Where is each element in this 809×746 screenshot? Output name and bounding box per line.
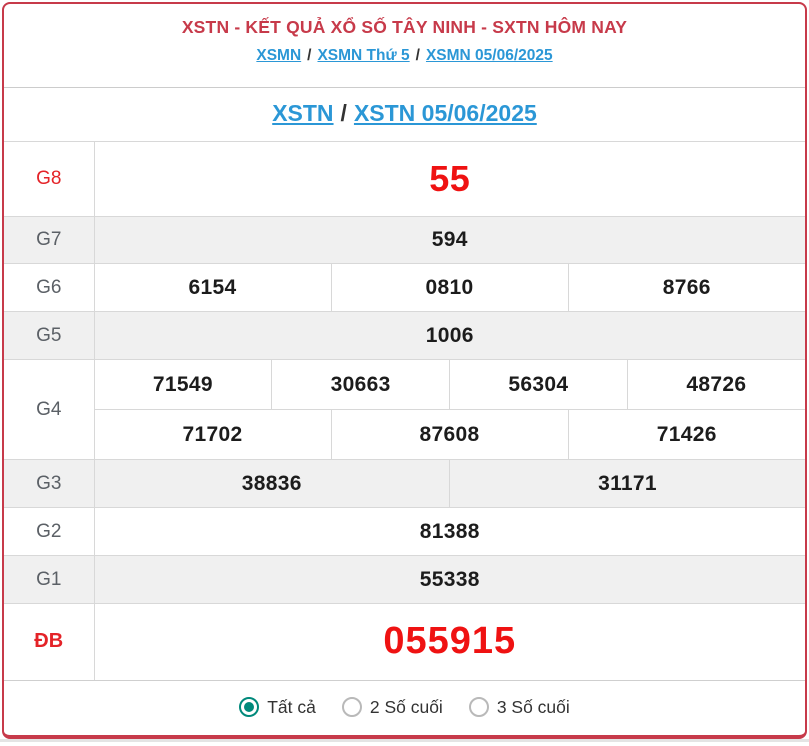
radio-label: 3 Số cuối	[496, 696, 570, 717]
filter-bar: Tất cả 2 Số cuối 3 Số cuối	[4, 679, 805, 734]
breadcrumb: XSMN / XSMN Thứ 5 / XSMN 05/06/2025	[4, 47, 805, 65]
prize-label-g2: G2	[4, 507, 94, 556]
breadcrumb-link-xsmn-date[interactable]: XSMN 05/06/2025	[426, 47, 553, 64]
prize-value-g4-7: 71426	[567, 409, 805, 460]
prize-value-g4-4: 48726	[626, 359, 805, 410]
prize-label-g7: G7	[4, 216, 94, 264]
radio-icon[interactable]	[468, 697, 489, 717]
prize-value-g4-2: 30663	[271, 359, 450, 410]
prize-value-g1: 55338	[93, 555, 805, 604]
table-row-g4-1: G4 71549 30663 56304 48726	[4, 359, 805, 460]
prize-label-g4: G4	[4, 359, 94, 460]
subtitle-link-xstn[interactable]: XSTN	[272, 100, 333, 126]
prize-value-db: 055915	[93, 603, 805, 680]
prize-label-db: ĐB	[4, 603, 94, 680]
table-row-g2: G2 81388	[4, 507, 805, 556]
subtitle-link-xstn-date[interactable]: XSTN 05/06/2025	[354, 100, 537, 126]
prize-value-g4-6: 87608	[330, 409, 568, 460]
radio-label: Tất cả	[267, 696, 316, 717]
radio-option-last-2-digits[interactable]: 2 Số cuối	[341, 696, 443, 718]
prize-value-g5: 1006	[93, 311, 805, 360]
table-row-g8: G8 55	[4, 141, 805, 217]
page-title: XSTN - KẾT QUẢ XỔ SỐ TÂY NINH - SXTN HÔM…	[181, 17, 628, 37]
prize-value-g8: 55	[93, 141, 805, 217]
table-row-g1: G1 55338	[4, 555, 805, 604]
breadcrumb-link-xsmn-thu5[interactable]: XSMN Thứ 5	[317, 47, 409, 64]
radio-icon[interactable]	[239, 697, 260, 717]
subtitle-separator: /	[340, 100, 347, 126]
breadcrumb-separator: /	[307, 47, 312, 64]
result-subtitle: XSTN / XSTN 05/06/2025	[4, 88, 805, 141]
prize-label-g6: G6	[4, 263, 94, 312]
table-row-g3: G3 38836 31171	[4, 459, 805, 508]
table-row-g4-2: 71702 87608 71426	[4, 409, 805, 460]
radio-option-all[interactable]: Tất cả	[239, 697, 316, 718]
prize-value-g4-1: 71549	[93, 359, 272, 410]
breadcrumb-link-xsmn[interactable]: XSMN	[256, 47, 301, 64]
table-row-g5: G5 1006	[4, 311, 805, 360]
prize-label-g5: G5	[4, 311, 94, 360]
breadcrumb-separator: /	[415, 47, 420, 64]
prize-value-g6-3: 8766	[567, 263, 805, 312]
prize-value-g6-2: 0810	[330, 263, 568, 312]
radio-icon[interactable]	[341, 697, 362, 717]
prize-value-g3-2: 31171	[449, 459, 805, 508]
table-row-db: ĐB 055915	[4, 603, 805, 680]
prize-value-g7: 594	[93, 216, 805, 264]
table-row-g6: G6 6154 0810 8766	[4, 263, 805, 312]
radio-option-last-3-digits[interactable]: 3 Số cuối	[468, 696, 570, 718]
results-table: G8 55 G7 594 G6 6154 0810 8766 G5 1006 G…	[4, 141, 805, 680]
prize-value-g6-1: 6154	[93, 263, 331, 312]
radio-label: 2 Số cuối	[369, 696, 443, 717]
card-header: XSTN - KẾT QUẢ XỔ SỐ TÂY NINH - SXTN HÔM…	[4, 4, 805, 88]
lottery-result-card: XSTN - KẾT QUẢ XỔ SỐ TÂY NINH - SXTN HÔM…	[2, 2, 807, 739]
prize-label-g8: G8	[4, 141, 94, 217]
prize-label-g1: G1	[4, 555, 94, 604]
table-row-g7: G7 594	[4, 216, 805, 264]
prize-value-g2: 81388	[93, 507, 805, 556]
prize-label-g3: G3	[4, 459, 94, 508]
prize-value-g3-1: 38836	[93, 459, 450, 508]
prize-value-g4-5: 71702	[93, 409, 331, 460]
prize-value-g4-3: 56304	[449, 359, 628, 410]
page-bottom-strip	[0, 739, 809, 742]
